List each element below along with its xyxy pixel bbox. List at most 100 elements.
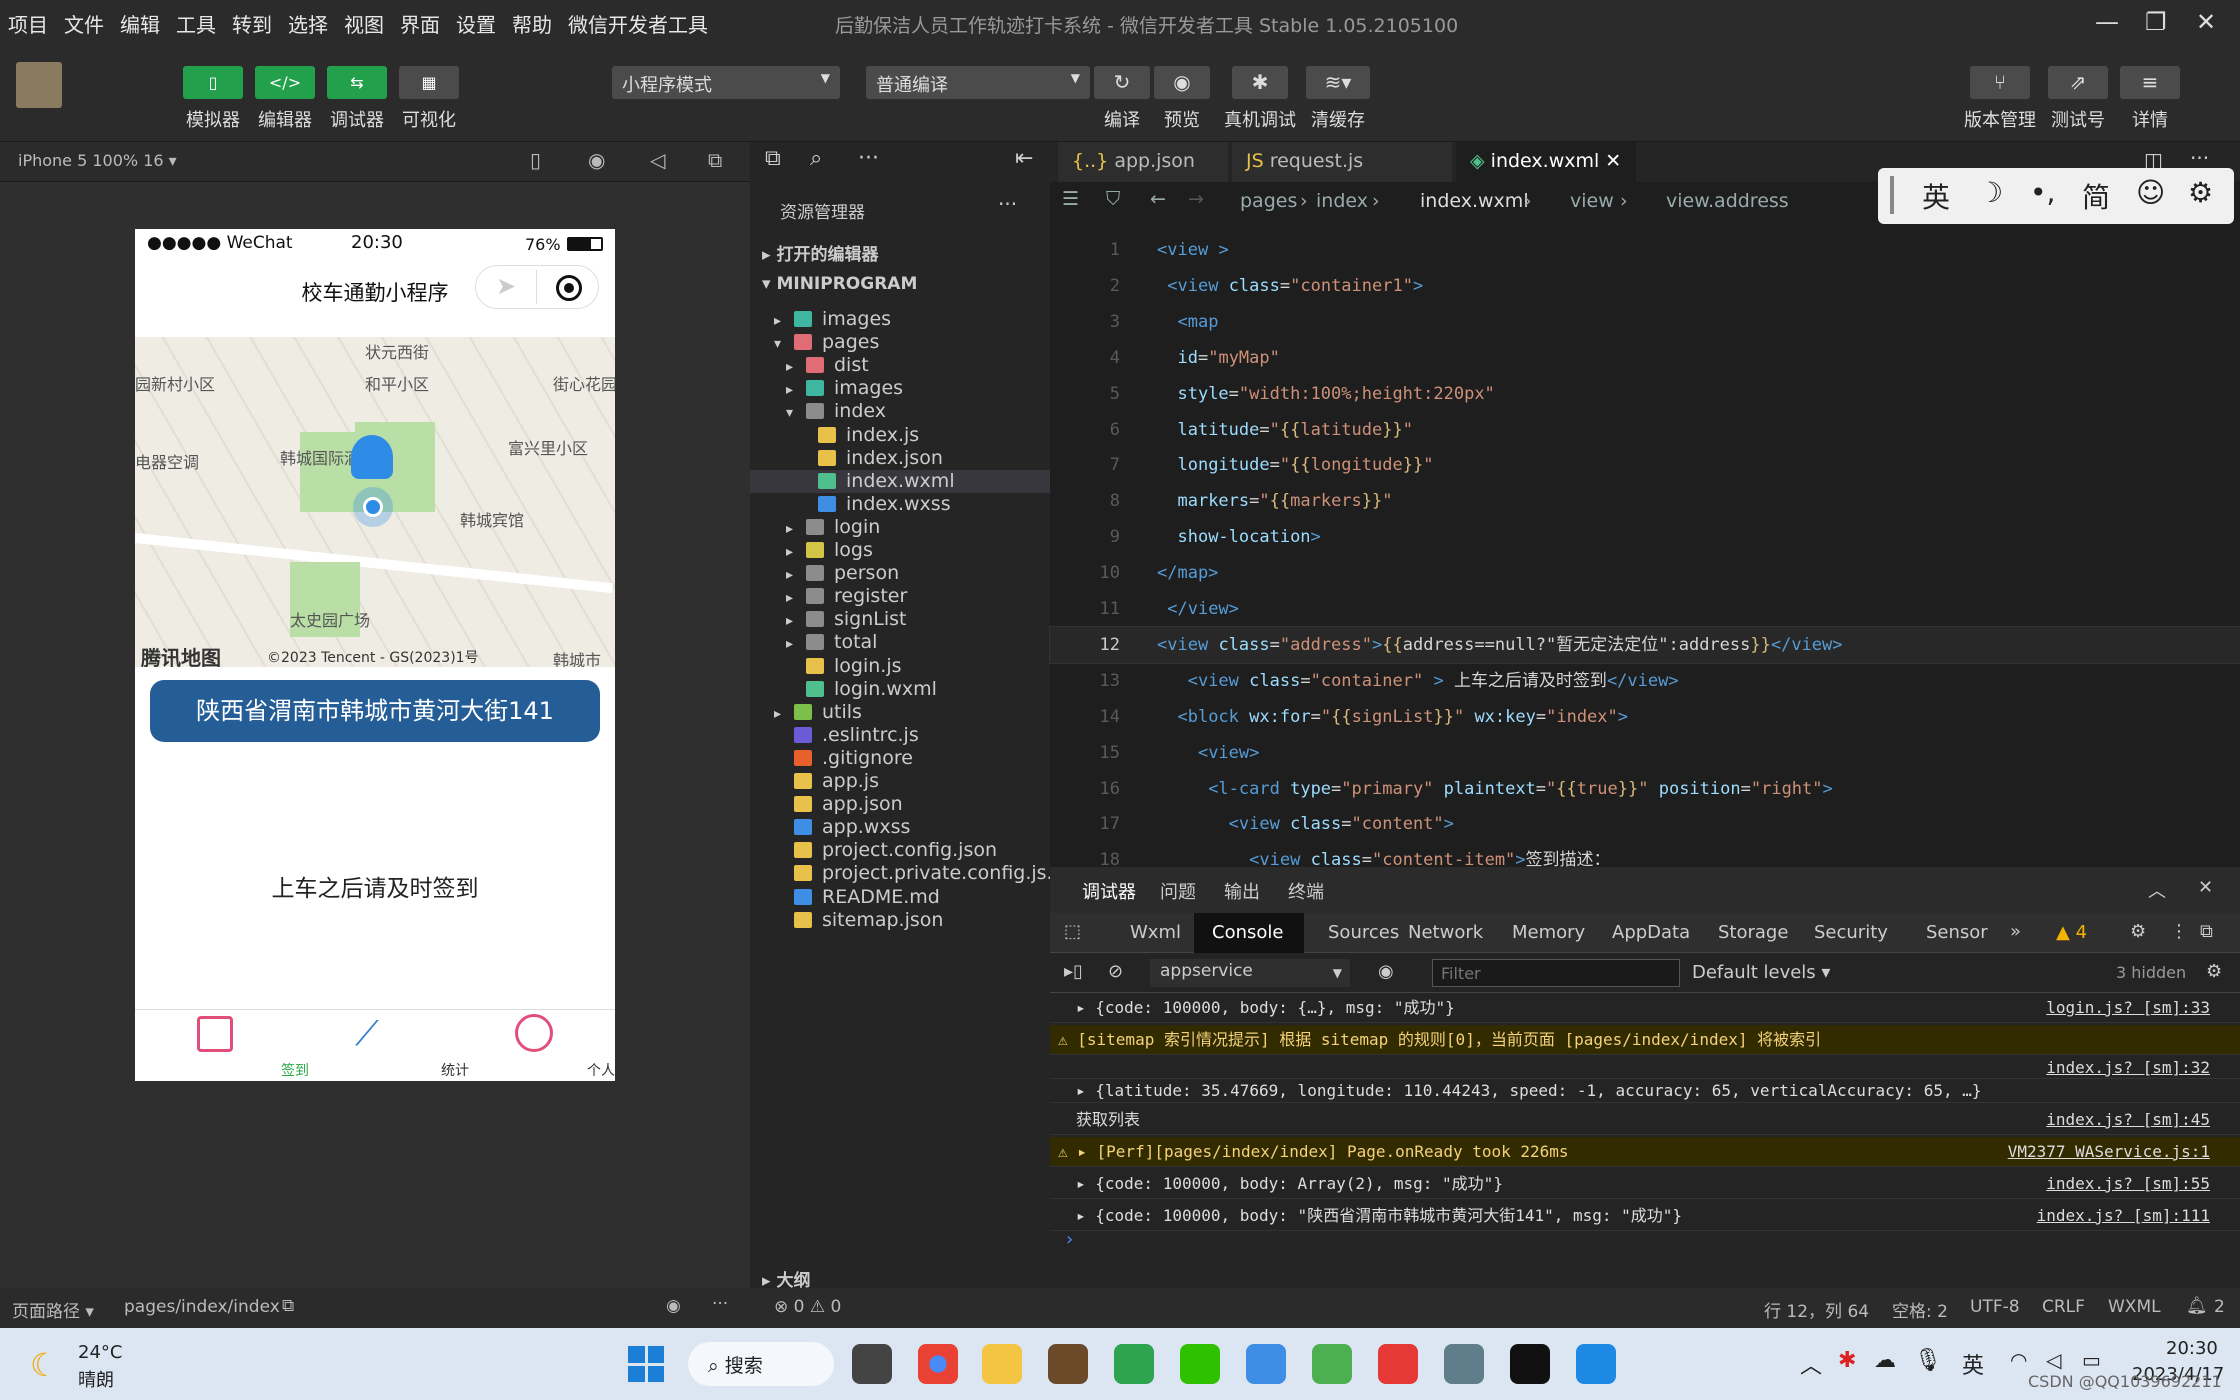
log-source-link[interactable]: index.js? [sm]:111 bbox=[2037, 1201, 2210, 1231]
cursor-position[interactable]: 行 12，列 64 bbox=[1764, 1297, 1869, 1322]
log-entry[interactable]: ▸ {code: 100000, body: "陕西省渭南市韩城市黄河大街141… bbox=[1050, 1201, 2240, 1231]
tree-item[interactable]: ▸ utils bbox=[750, 701, 1050, 724]
tree-item[interactable]: .eslintrc.js bbox=[750, 724, 1050, 747]
breadcrumb-item[interactable]: view.address bbox=[1666, 190, 1789, 212]
gear-icon[interactable]: ⚙ bbox=[2188, 176, 2213, 209]
tree-item[interactable]: login.wxml bbox=[750, 678, 1050, 701]
minimize-button[interactable]: — bbox=[2095, 8, 2119, 36]
tab-debugger[interactable]: 调试器 bbox=[1082, 878, 1136, 904]
preview-button[interactable]: ◉ bbox=[1154, 66, 1210, 99]
code-line[interactable]: 2 <view class="container1"> bbox=[1050, 268, 2240, 304]
menu-item[interactable]: 转到 bbox=[224, 9, 280, 38]
warning-count[interactable]: ▲ 4 bbox=[2056, 922, 2087, 943]
log-source-link[interactable]: VM2377 WAService.js:1 bbox=[2008, 1137, 2210, 1167]
tab-memory[interactable]: Memory bbox=[1512, 922, 1585, 943]
dock-icon[interactable]: ⧉ bbox=[2200, 921, 2213, 942]
app-icon[interactable] bbox=[1576, 1344, 1616, 1384]
ime-simplified[interactable]: 简 bbox=[2082, 176, 2110, 216]
search-box[interactable]: ⌕ 搜索 bbox=[688, 1342, 834, 1386]
windows-start-icon[interactable] bbox=[628, 1346, 664, 1382]
bookmark-icon[interactable]: ⛉ bbox=[1106, 188, 1120, 210]
editor-more-icon[interactable]: ··· bbox=[2190, 146, 2209, 170]
levels-select[interactable]: Default levels ▾ bbox=[1692, 962, 1830, 983]
capsule-menu[interactable]: ➤ bbox=[475, 265, 599, 309]
code-line[interactable]: 14 <block wx:for="{{signList}}" wx:key="… bbox=[1050, 699, 2240, 735]
mic-icon[interactable]: 🎙︎ bbox=[1914, 1348, 1942, 1373]
code-line[interactable]: 7 longitude="{{longitude}}" bbox=[1050, 447, 2240, 483]
details-button[interactable]: ≡ bbox=[2120, 66, 2180, 99]
window-icon[interactable]: ⧉ bbox=[708, 148, 722, 172]
tab-index-wxml[interactable]: ◈ index.wxml ✕ bbox=[1456, 142, 1636, 182]
tab-appdata[interactable]: AppData bbox=[1612, 922, 1690, 943]
tab-security[interactable]: Security bbox=[1814, 922, 1888, 943]
files-icon[interactable]: ⧉ bbox=[765, 146, 781, 171]
chevron-icon[interactable]: ▸ bbox=[786, 636, 806, 652]
punct-icon[interactable]: •, bbox=[2030, 176, 2055, 209]
collapse-icon[interactable]: ⇤ bbox=[1015, 146, 1033, 171]
close-mini-icon[interactable] bbox=[556, 275, 582, 301]
tree-item[interactable]: sitemap.json bbox=[750, 909, 1050, 932]
eol[interactable]: CRLF bbox=[2042, 1297, 2085, 1317]
tree-item[interactable]: ▸ register bbox=[750, 585, 1050, 608]
clock-time[interactable]: 20:30 bbox=[2166, 1338, 2218, 1359]
terminal-icon[interactable] bbox=[1510, 1344, 1550, 1384]
chevron-icon[interactable]: ▸ bbox=[786, 590, 806, 606]
breadcrumb-item[interactable]: index bbox=[1316, 190, 1368, 212]
chevron-icon[interactable]: ▸ bbox=[786, 613, 806, 629]
code-line[interactable]: 1 <view > bbox=[1050, 232, 2240, 268]
list-icon[interactable]: ☰ bbox=[1062, 188, 1079, 210]
tree-item[interactable]: project.private.config.js... bbox=[750, 862, 1065, 885]
tab-terminal[interactable]: 终端 bbox=[1288, 878, 1324, 904]
menu-item[interactable]: 视图 bbox=[336, 9, 392, 38]
console-settings-icon[interactable]: ⚙ bbox=[2206, 961, 2222, 982]
log-source-link[interactable]: index.js? [sm]:45 bbox=[2046, 1105, 2210, 1135]
close-panel-icon[interactable]: ✕ bbox=[2198, 877, 2213, 898]
tree-item[interactable]: login.js bbox=[750, 655, 1050, 678]
tree-item[interactable]: ▸ login bbox=[750, 516, 1050, 539]
maximize-button[interactable]: ❐ bbox=[2145, 8, 2167, 36]
avatar[interactable] bbox=[16, 62, 62, 108]
project-root[interactable]: ▾ MINIPROGRAM bbox=[762, 274, 917, 294]
console-prompt[interactable]: › bbox=[1066, 1229, 1073, 1250]
simulator-toggle[interactable]: ▯ bbox=[183, 66, 243, 99]
tab-problems[interactable]: 问题 bbox=[1160, 878, 1196, 904]
tab-storage[interactable]: Storage bbox=[1718, 922, 1788, 943]
close-window-button[interactable]: ✕ bbox=[2196, 8, 2216, 36]
tray-lang[interactable]: 英 bbox=[1962, 1348, 1984, 1380]
explorer-more-icon[interactable]: ··· bbox=[998, 192, 1017, 216]
forward-icon[interactable]: → bbox=[1188, 188, 1204, 210]
tree-item[interactable]: app.wxss bbox=[750, 816, 1050, 839]
chevron-icon[interactable]: ▸ bbox=[786, 359, 806, 375]
code-line[interactable]: 6 latitude="{{latitude}}" bbox=[1050, 412, 2240, 448]
code-line[interactable]: 16 <l-card type="primary" plaintext="{{t… bbox=[1050, 771, 2240, 807]
battery-icon[interactable]: ▭ bbox=[2082, 1348, 2101, 1372]
compile-select[interactable]: 普通编译 ▼ bbox=[866, 66, 1090, 99]
record-icon[interactable]: ◉ bbox=[588, 148, 605, 172]
phone-icon[interactable]: ▯ bbox=[530, 148, 541, 172]
tree-item[interactable]: index.wxss bbox=[750, 493, 1050, 516]
eye-icon[interactable]: ◉ bbox=[1378, 961, 1394, 982]
log-entry[interactable]: index.js? [sm]:32 bbox=[1050, 1057, 2240, 1079]
visual-toggle[interactable]: ▦ bbox=[399, 66, 459, 99]
code-line[interactable]: 17 <view class="content"> bbox=[1050, 806, 2240, 842]
indent-setting[interactable]: 空格: 2 bbox=[1892, 1297, 1948, 1322]
sidebar-icon[interactable]: ▸▯ bbox=[1064, 961, 1083, 982]
mode-select[interactable]: 小程序模式 ▼ bbox=[612, 66, 840, 99]
code-line[interactable]: 10 </map> bbox=[1050, 555, 2240, 591]
breadcrumb-item[interactable]: index.wxml bbox=[1420, 190, 1529, 212]
breadcrumb-item[interactable]: pages bbox=[1240, 190, 1297, 212]
app-icon[interactable] bbox=[1444, 1344, 1484, 1384]
clear-cache-button[interactable]: ≋▾ bbox=[1306, 66, 1370, 99]
menu-item[interactable]: 编辑 bbox=[112, 9, 168, 38]
editor-toggle[interactable]: </> bbox=[255, 66, 315, 99]
tab-wxml[interactable]: Wxml bbox=[1130, 922, 1181, 943]
address-banner[interactable]: 陕西省渭南市韩城市黄河大街141 bbox=[150, 680, 600, 742]
log-entry[interactable]: ▸ {latitude: 35.47669, longitude: 110.44… bbox=[1050, 1079, 2240, 1103]
gear-icon[interactable]: ⚙ bbox=[2130, 921, 2146, 942]
wps-icon[interactable] bbox=[1378, 1344, 1418, 1384]
inspect-icon[interactable]: ⬚ bbox=[1064, 921, 1081, 942]
sound-icon[interactable]: ◁ bbox=[650, 148, 665, 172]
chrome-icon[interactable] bbox=[918, 1344, 958, 1384]
tab-stats[interactable]: ⟋ 统计 bbox=[295, 1010, 469, 1081]
folder-icon[interactable] bbox=[982, 1344, 1022, 1384]
